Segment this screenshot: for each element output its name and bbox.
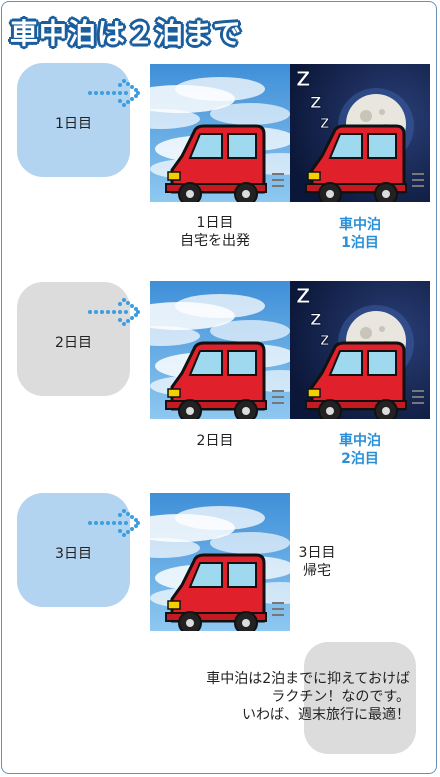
svg-text:Z: Z — [320, 117, 329, 132]
day-1-caption-line-2: 自宅を出発 — [180, 233, 250, 249]
closing-message-line-2: ラクチン！なのです。 — [271, 689, 410, 705]
day-2-label: 2日目 — [55, 335, 92, 351]
day-3-day-panel — [150, 493, 290, 631]
day-1-caption-line-1: 1日目 — [196, 215, 234, 231]
day-2-night-caption-line-2: 2泊目 — [341, 451, 379, 467]
day-1-night-caption-line-1: 車中泊 — [339, 217, 381, 233]
day-2-night-caption: 車中泊 2泊目 — [310, 432, 410, 468]
day-3-caption: 3日目 帰宅 — [284, 544, 350, 580]
day-2-caption: 2日目 — [160, 432, 270, 450]
closing-message-line-3: いわば、週末旅行に最適！ — [242, 707, 410, 723]
day-2-night-panel: Z Z Z — [290, 281, 430, 419]
day-1-night-caption-line-2: 1泊目 — [341, 235, 379, 251]
day-2-box: 2日目 — [17, 282, 140, 396]
svg-text:Z: Z — [296, 284, 311, 308]
closing-message: 車中泊は2泊までに抑えておけば ラクチン！なのです。 いわば、週末旅行に最適！ — [150, 670, 410, 724]
svg-text:Z: Z — [310, 310, 322, 329]
day-2-night-caption-line-1: 車中泊 — [339, 433, 381, 449]
day-3-caption-line-2: 帰宅 — [303, 563, 331, 579]
day-3-box: 3日目 — [17, 493, 140, 607]
day-2-day-panel — [150, 281, 290, 419]
day-2-caption-line-1: 2日目 — [196, 433, 234, 449]
svg-text:Z: Z — [296, 67, 311, 91]
day-1-day-panel — [150, 64, 290, 202]
day-1-night-panel: Z Z Z — [290, 64, 430, 202]
day-1-box: 1日目 — [17, 63, 140, 177]
page-title: 車中泊は２泊まで — [10, 17, 243, 50]
dotted-arrow-icon — [88, 79, 140, 107]
day-3-caption-line-1: 3日目 — [298, 545, 336, 561]
day-1-night-caption: 車中泊 1泊目 — [310, 216, 410, 252]
day-3-label: 3日目 — [55, 546, 92, 562]
dotted-arrow-icon — [88, 298, 140, 326]
day-1-label: 1日目 — [55, 116, 92, 132]
closing-message-line-1: 車中泊は2泊までに抑えておけば — [206, 671, 410, 687]
svg-text:Z: Z — [320, 334, 329, 349]
day-1-caption: 1日目 自宅を出発 — [160, 214, 270, 250]
svg-text:Z: Z — [310, 93, 322, 112]
dotted-arrow-icon — [88, 509, 140, 537]
